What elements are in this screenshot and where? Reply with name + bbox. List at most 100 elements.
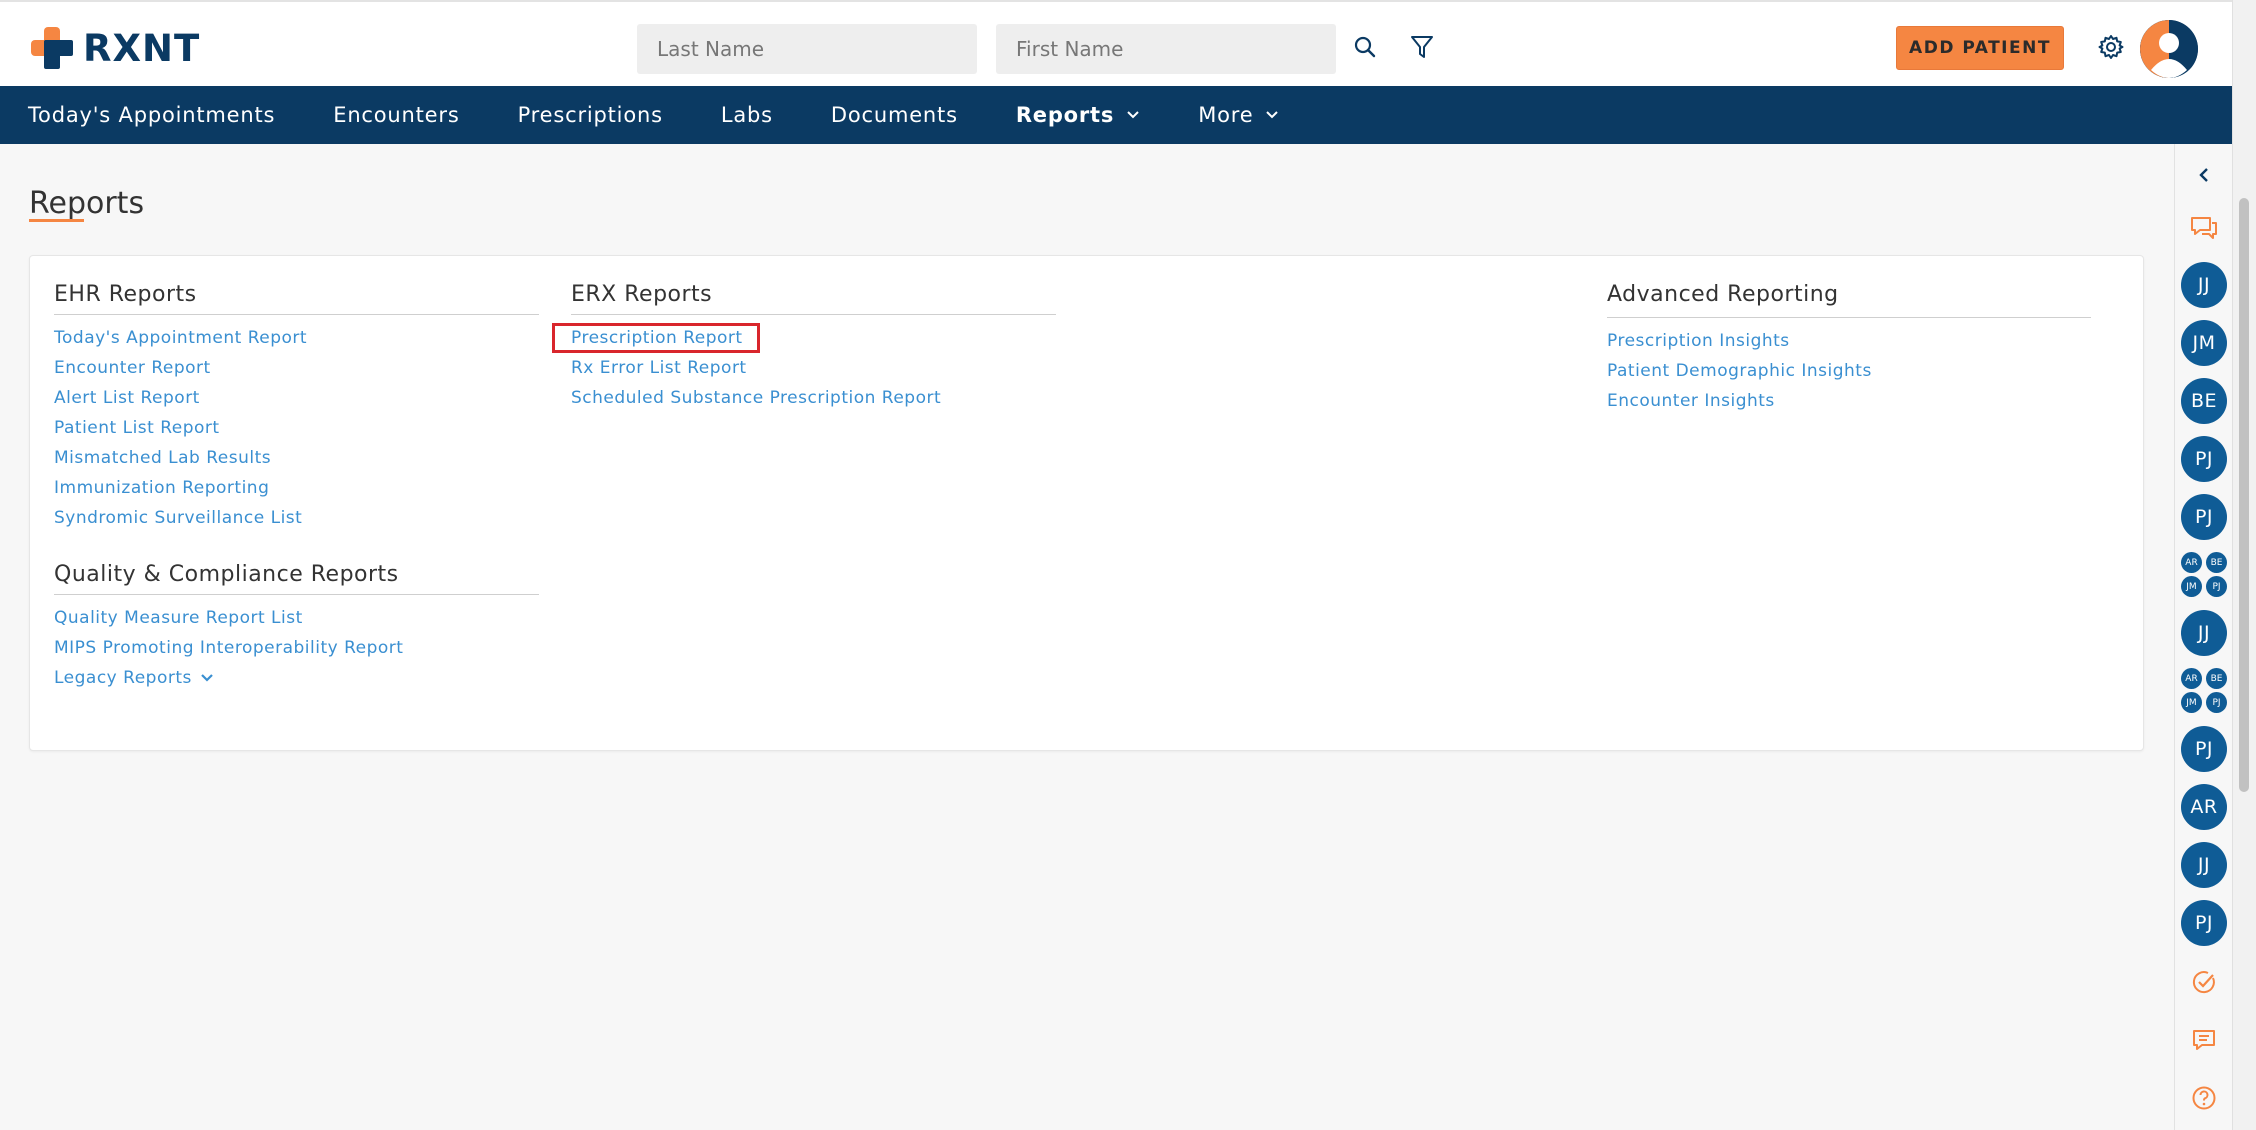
- nav-prescriptions[interactable]: Prescriptions: [518, 103, 663, 127]
- nav-more[interactable]: More: [1198, 103, 1279, 127]
- report-link[interactable]: Quality Measure Report List: [54, 608, 303, 628]
- avatar-initials: JJ: [2181, 842, 2227, 888]
- recent-patient-avatar[interactable]: PJ: [2175, 724, 2233, 774]
- prescription-report-link[interactable]: Prescription Report: [552, 323, 760, 353]
- nav-labs[interactable]: Labs: [721, 103, 773, 127]
- logo-cross-icon: [31, 27, 73, 69]
- chat-bubbles-icon[interactable]: [2175, 208, 2233, 248]
- recent-patient-avatar[interactable]: PJ: [2175, 898, 2233, 948]
- legacy-reports-label: Legacy Reports: [54, 668, 192, 688]
- list-item: Patient Demographic Insights: [1607, 356, 2091, 386]
- list-item: Rx Error List Report: [571, 353, 1056, 383]
- nav-reports[interactable]: Reports: [1016, 103, 1140, 127]
- report-link[interactable]: Encounter Insights: [1607, 391, 1775, 411]
- reports-card: EHR Reports Today's Appointment Report E…: [29, 255, 2144, 751]
- nav-label: More: [1198, 103, 1254, 127]
- avatar-initials: JJ: [2181, 610, 2227, 656]
- list-item: Alert List Report: [54, 383, 539, 413]
- top-header: RXNT ADD PATIENT: [0, 0, 2232, 86]
- chevron-down-icon: [200, 673, 214, 683]
- filter-icon[interactable]: [1405, 30, 1439, 64]
- avatar-initials: AR: [2181, 552, 2202, 573]
- title-underline: [29, 219, 84, 222]
- list-item: Mismatched Lab Results: [54, 443, 539, 473]
- chevron-left-icon[interactable]: [2175, 158, 2233, 192]
- recent-patient-avatar[interactable]: JJ: [2175, 840, 2233, 890]
- list-item: Patient List Report: [54, 413, 539, 443]
- recent-patient-avatar[interactable]: JJ: [2175, 608, 2233, 658]
- nav-label: Encounters: [333, 103, 460, 127]
- section-heading: Advanced Reporting: [1607, 282, 2091, 318]
- right-rail: JJ JM BE PJ PJ AR BE JM PJ JJ AR BE JM P…: [2174, 144, 2232, 1130]
- brand-name: RXNT: [83, 26, 201, 70]
- avatar-initials: PJ: [2181, 494, 2227, 540]
- section-heading: EHR Reports: [54, 282, 539, 315]
- recent-patient-avatar[interactable]: JM: [2175, 318, 2233, 368]
- rxnt-logo[interactable]: RXNT: [29, 24, 200, 72]
- scrollbar-thumb[interactable]: [2239, 198, 2249, 792]
- report-link[interactable]: Patient Demographic Insights: [1607, 361, 1872, 381]
- report-link[interactable]: Mismatched Lab Results: [54, 448, 271, 468]
- nav-documents[interactable]: Documents: [831, 103, 958, 127]
- nav-label: Labs: [720, 103, 773, 127]
- last-name-input[interactable]: [637, 24, 977, 74]
- message-icon[interactable]: [2175, 1020, 2233, 1060]
- first-name-input[interactable]: [996, 24, 1336, 74]
- list-item: MIPS Promoting Interoperability Report: [54, 633, 539, 663]
- report-link[interactable]: MIPS Promoting Interoperability Report: [54, 638, 403, 658]
- avatar-initials: AR: [2181, 784, 2227, 830]
- group-conversation-avatar[interactable]: AR BE JM PJ: [2175, 550, 2233, 600]
- list-item: Scheduled Substance Prescription Report: [571, 383, 1056, 413]
- recent-patient-avatar[interactable]: PJ: [2175, 434, 2233, 484]
- user-avatar-icon[interactable]: [2140, 20, 2198, 78]
- help-icon[interactable]: [2175, 1078, 2233, 1118]
- quality-compliance-section: Quality & Compliance Reports Quality Mea…: [54, 562, 539, 693]
- list-item: Today's Appointment Report: [54, 323, 539, 353]
- avatar-initials: PJ: [2181, 900, 2227, 946]
- recent-patient-avatar[interactable]: BE: [2175, 376, 2233, 426]
- nav-label: Reports: [1015, 103, 1115, 127]
- recent-patient-avatar[interactable]: PJ: [2175, 492, 2233, 542]
- list-item: Syndromic Surveillance List: [54, 503, 539, 533]
- nav-label: Today's Appointments: [28, 103, 276, 127]
- avatar-initials: BE: [2206, 552, 2227, 573]
- avatar-initials: BE: [2181, 378, 2227, 424]
- page-title: Reports: [29, 186, 145, 221]
- list-item: Encounter Report: [54, 353, 539, 383]
- recent-patient-avatar[interactable]: JJ: [2175, 260, 2233, 310]
- group-conversation-avatar[interactable]: AR BE JM PJ: [2175, 666, 2233, 716]
- nav-label: Prescriptions: [517, 103, 663, 127]
- nav-encounters[interactable]: Encounters: [333, 103, 459, 127]
- report-link[interactable]: Rx Error List Report: [571, 358, 747, 378]
- chevron-down-icon: [1265, 110, 1279, 120]
- ehr-reports-section: EHR Reports Today's Appointment Report E…: [54, 282, 539, 533]
- recent-patient-avatar[interactable]: AR: [2175, 782, 2233, 832]
- report-link[interactable]: Immunization Reporting: [54, 478, 269, 498]
- check-circle-icon[interactable]: [2175, 962, 2233, 1002]
- report-link[interactable]: Scheduled Substance Prescription Report: [571, 388, 941, 408]
- report-link[interactable]: Alert List Report: [54, 388, 200, 408]
- avatar-initials: PJ: [2206, 692, 2227, 713]
- report-link[interactable]: Encounter Report: [54, 358, 211, 378]
- gear-icon[interactable]: [2094, 30, 2128, 64]
- nav-label: Documents: [830, 103, 958, 127]
- section-heading: ERX Reports: [571, 282, 1056, 315]
- report-link[interactable]: Today's Appointment Report: [54, 328, 307, 348]
- avatar-initials: AR: [2181, 668, 2202, 689]
- chevron-down-icon: [1126, 110, 1140, 120]
- list-item: Prescription Report: [552, 323, 1056, 353]
- list-item: Prescription Insights: [1607, 326, 2091, 356]
- list-item: Immunization Reporting: [54, 473, 539, 503]
- add-patient-button[interactable]: ADD PATIENT: [1896, 26, 2064, 70]
- search-icon[interactable]: [1348, 30, 1382, 64]
- avatar-initials: PJ: [2181, 726, 2227, 772]
- report-link[interactable]: Patient List Report: [54, 418, 220, 438]
- report-link[interactable]: Syndromic Surveillance List: [54, 508, 302, 528]
- avatar-initials: BE: [2206, 668, 2227, 689]
- report-link[interactable]: Prescription Insights: [1607, 331, 1790, 351]
- avatar-initials: JM: [2181, 576, 2202, 597]
- nav-todays-appointments[interactable]: Today's Appointments: [28, 103, 275, 127]
- avatar-initials: JJ: [2181, 262, 2227, 308]
- avatar-initials: PJ: [2181, 436, 2227, 482]
- legacy-reports-toggle[interactable]: Legacy Reports: [54, 668, 214, 688]
